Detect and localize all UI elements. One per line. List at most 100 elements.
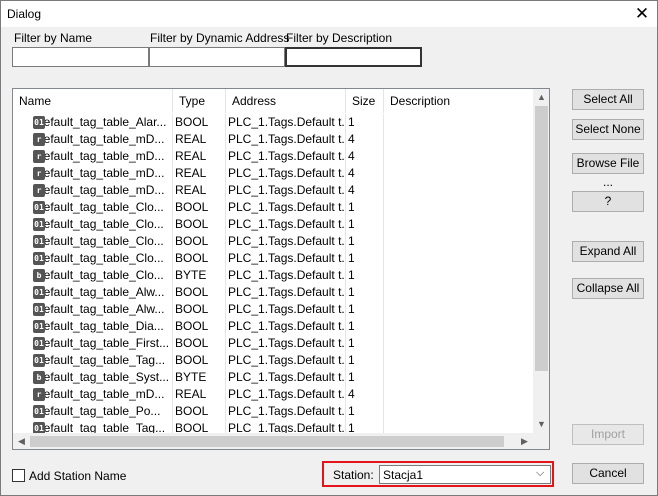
cell-address: PLC_1.Tags.Default t...	[228, 301, 346, 318]
cell-description	[384, 267, 533, 284]
cell-address: PLC_1.Tags.Default t...	[228, 335, 346, 352]
cell-size: 4	[346, 386, 384, 403]
scroll-left-icon[interactable]: ◀	[13, 433, 30, 449]
table-row[interactable]: Default_tag_table_Tag... 01 BOOL PLC_1.Tags…	[13, 352, 533, 369]
cell-type: BOOL	[173, 335, 226, 352]
cell-size: 1	[346, 369, 384, 386]
cell-type: BOOL	[173, 216, 226, 233]
scroll-up-icon[interactable]: ▲	[533, 89, 549, 106]
bool-tag-icon: 01	[33, 116, 45, 129]
expand-all-button[interactable]: Expand All	[572, 241, 644, 262]
table-row[interactable]: Default_tag_table_Clo... b BYTE PLC_1.Tags.…	[13, 267, 533, 284]
scroll-right-icon[interactable]: ▶	[516, 433, 533, 449]
cell-description	[384, 114, 533, 131]
table-row[interactable]: Default_tag_table_First... 01 BOOL PLC_1.Ta…	[13, 335, 533, 352]
table-row[interactable]: Default_tag_table_Clo... 01 BOOL PLC_1.Tags…	[13, 199, 533, 216]
cell-size: 1	[346, 301, 384, 318]
cell-description	[384, 182, 533, 199]
table-row[interactable]: Default_tag_table_Clo... 01 BOOL PLC_1.Tags…	[13, 233, 533, 250]
cell-address: PLC_1.Tags.Default t...	[228, 131, 346, 148]
table-row[interactable]: Default_tag_table_Clo... 01 BOOL PLC_1.Tags…	[13, 250, 533, 267]
select-none-button[interactable]: Select None	[572, 119, 644, 140]
table-row[interactable]: Default_tag_table_mD... r REAL PLC_1.Tags.D…	[13, 182, 533, 199]
cell-address: PLC_1.Tags.Default t...	[228, 182, 346, 199]
cell-size: 1	[346, 403, 384, 420]
real-tag-icon: r	[33, 133, 45, 146]
table-row[interactable]: Default_tag_table_Dia... 01 BOOL PLC_1.Tags…	[13, 318, 533, 335]
import-button[interactable]: Import	[572, 424, 644, 445]
bool-tag-icon: 01	[33, 286, 45, 299]
cell-address: PLC_1.Tags.Default t...	[228, 114, 346, 131]
horizontal-scrollbar[interactable]: ◀ ▶	[13, 433, 533, 449]
table-row[interactable]: Default_tag_table_Alw... 01 BOOL PLC_1.Tags…	[13, 284, 533, 301]
cell-size: 4	[346, 148, 384, 165]
cell-type: REAL	[173, 182, 226, 199]
cell-type: REAL	[173, 131, 226, 148]
vertical-scroll-thumb[interactable]	[535, 106, 548, 371]
cell-address: PLC_1.Tags.Default t...	[228, 250, 346, 267]
table-row[interactable]: Default_tag_table_Alw... 01 BOOL PLC_1.Tags…	[13, 301, 533, 318]
cell-description	[384, 352, 533, 369]
filter-description-label: Filter by Description	[286, 31, 393, 45]
cell-description	[384, 148, 533, 165]
table-row[interactable]: Default_tag_table_mD... r REAL PLC_1.Tags.D…	[13, 148, 533, 165]
vertical-scrollbar[interactable]: ▲ ▼	[533, 89, 549, 433]
column-header-name[interactable]: Name	[13, 89, 173, 113]
cell-size: 1	[346, 114, 384, 131]
cell-type: BYTE	[173, 267, 226, 284]
cell-description	[384, 403, 533, 420]
filter-name-input[interactable]	[12, 47, 149, 67]
select-all-button[interactable]: Select All	[572, 89, 644, 110]
cell-description	[384, 335, 533, 352]
table-row[interactable]: Default_tag_table_Po... 01 BOOL PLC_1.Tags.…	[13, 403, 533, 420]
cell-description	[384, 318, 533, 335]
browse-file-button[interactable]: Browse File ...	[572, 153, 644, 189]
filter-address-input[interactable]	[149, 47, 285, 67]
table-row[interactable]: Default_tag_table_Syst... b BYTE PLC_1.Tags…	[13, 369, 533, 386]
cell-description	[384, 284, 533, 301]
station-dropdown-value: Stacja1	[383, 468, 424, 482]
column-header-description[interactable]: Description	[384, 89, 533, 113]
cancel-button[interactable]: Cancel	[572, 463, 644, 484]
title-bar: Dialog ✕	[1, 1, 657, 27]
column-header-size[interactable]: Size	[346, 89, 384, 113]
cell-size: 1	[346, 318, 384, 335]
scroll-down-icon[interactable]: ▼	[533, 416, 549, 433]
table-row[interactable]: Default_tag_table_mD... r REAL PLC_1.Tags.D…	[13, 386, 533, 403]
cell-address: PLC_1.Tags.Default t...	[228, 403, 346, 420]
cell-type: BYTE	[173, 369, 226, 386]
cell-size: 1	[346, 199, 384, 216]
add-station-checkbox[interactable]	[12, 469, 25, 482]
table-row[interactable]: Default_tag_table_Alar... 01 BOOL PLC_1.Tag…	[13, 114, 533, 131]
cell-address: PLC_1.Tags.Default t...	[228, 148, 346, 165]
cell-size: 1	[346, 250, 384, 267]
cell-address: PLC_1.Tags.Default t...	[228, 352, 346, 369]
station-dropdown[interactable]: Stacja1 ⌵	[379, 465, 551, 484]
chevron-down-icon[interactable]: ⌵	[536, 467, 544, 480]
cell-type: REAL	[173, 386, 226, 403]
real-tag-icon: r	[33, 167, 45, 180]
scrollbar-corner	[533, 433, 549, 449]
cell-size: 1	[346, 284, 384, 301]
collapse-all-button[interactable]: Collapse All	[572, 278, 644, 299]
close-icon[interactable]: ✕	[631, 3, 653, 25]
cell-size: 1	[346, 233, 384, 250]
filter-description-input[interactable]	[285, 47, 422, 67]
horizontal-scroll-thumb[interactable]	[30, 436, 504, 447]
cell-description	[384, 369, 533, 386]
cell-description	[384, 301, 533, 318]
cell-description	[384, 233, 533, 250]
bool-tag-icon: 01	[33, 201, 45, 214]
real-tag-icon: r	[33, 184, 45, 197]
column-header-type[interactable]: Type	[173, 89, 226, 113]
table-row[interactable]: Default_tag_table_mD... r REAL PLC_1.Tags.D…	[13, 165, 533, 182]
table-row[interactable]: Default_tag_table_mD... r REAL PLC_1.Tags.D…	[13, 131, 533, 148]
cell-size: 1	[346, 352, 384, 369]
bool-tag-icon: 01	[33, 303, 45, 316]
table-row[interactable]: Default_tag_table_Clo... 01 BOOL PLC_1.Tags…	[13, 216, 533, 233]
real-tag-icon: r	[33, 388, 45, 401]
help-button[interactable]: ?	[572, 191, 644, 212]
bool-tag-icon: 01	[33, 252, 45, 265]
add-station-label: Add Station Name	[29, 469, 127, 483]
column-header-address[interactable]: Address	[226, 89, 346, 113]
